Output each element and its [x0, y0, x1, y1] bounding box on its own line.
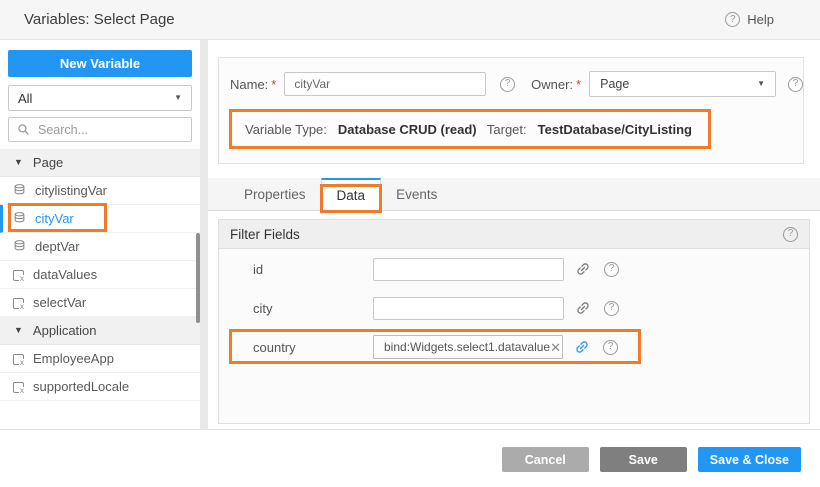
variables-dialog: Variables: Select Page ? Help New Variab…: [0, 0, 820, 487]
model-variable-icon: [13, 382, 24, 393]
sidebar-scrollbar[interactable]: [196, 233, 200, 323]
tree-item-selectvar[interactable]: selectVar: [0, 289, 200, 317]
tree-item-citylistingvar[interactable]: citylistingVar: [0, 177, 200, 205]
help-button[interactable]: ? Help: [725, 12, 774, 27]
model-variable-icon: [13, 354, 24, 365]
tree-item-label: cityVar: [35, 211, 74, 226]
owner-value: Page: [600, 77, 629, 91]
tree-item-supportedlocale[interactable]: supportedLocale: [0, 373, 200, 401]
variable-tree: ▼ Page citylistingVar: [0, 149, 200, 429]
save-button[interactable]: Save: [600, 447, 687, 472]
page-title: Variables: Select Page: [24, 11, 175, 28]
required-marker: *: [271, 77, 276, 92]
collapse-icon: ▼: [14, 158, 23, 167]
tab-data-label: Data: [337, 188, 366, 203]
tab-data[interactable]: Data: [321, 178, 382, 211]
owner-help-icon[interactable]: ?: [788, 77, 803, 92]
clear-binding-icon[interactable]: ✕: [550, 341, 561, 354]
new-variable-button[interactable]: New Variable: [8, 50, 192, 77]
tree-section-label: Page: [33, 155, 63, 170]
help-label: Help: [747, 12, 774, 27]
bind-link-icon[interactable]: [574, 261, 591, 278]
field-help-icon[interactable]: ?: [604, 262, 619, 277]
variable-scope-dropdown[interactable]: All ▼: [8, 85, 192, 111]
search-icon: [17, 123, 30, 136]
variable-type-highlight-box: Variable Type: Database CRUD (read) Targ…: [229, 109, 711, 149]
tree-item-label: citylistingVar: [35, 183, 107, 198]
dialog-body: New Variable All ▼ ▼ Page: [0, 40, 820, 429]
variable-detail-panel: Name: * ? Owner: * Page ▼ ? Var: [208, 40, 820, 429]
model-variable-icon: [13, 270, 24, 281]
variable-scope-value: All: [18, 91, 32, 106]
chevron-down-icon: ▼: [174, 94, 182, 102]
bind-link-icon-active[interactable]: [573, 339, 590, 356]
country-field-input[interactable]: bind:Widgets.select1.datavalue ✕: [373, 335, 563, 359]
tree-item-label: selectVar: [33, 295, 86, 310]
tree-item-cityvar[interactable]: cityVar: [0, 205, 200, 233]
tree-item-label: deptVar: [35, 239, 80, 254]
field-label: city: [253, 301, 373, 316]
field-help-icon[interactable]: ?: [604, 301, 619, 316]
dialog-footer: Cancel Save Save & Close: [0, 429, 820, 487]
help-icon: ?: [725, 12, 740, 27]
tree-item-employeeapp[interactable]: EmployeeApp: [0, 345, 200, 373]
filter-fields-help-icon[interactable]: ?: [783, 227, 798, 242]
filter-fields-panel: Filter Fields ? id ? city: [218, 219, 810, 424]
variable-type-label: Variable Type:: [245, 122, 327, 137]
binding-expression: bind:Widgets.select1.datavalue: [384, 340, 550, 354]
tree-section-application[interactable]: ▼ Application: [0, 317, 200, 345]
chevron-down-icon: ▼: [757, 80, 765, 88]
filter-row-city: city ?: [253, 295, 809, 321]
collapse-icon: ▼: [14, 326, 23, 335]
tree-item-datavalues[interactable]: dataValues: [0, 261, 200, 289]
variable-summary-card: Name: * ? Owner: * Page ▼ ? Var: [218, 57, 804, 164]
model-variable-icon: [13, 298, 24, 309]
owner-select[interactable]: Page ▼: [589, 71, 776, 97]
name-label: Name:: [230, 77, 268, 92]
field-label: country: [253, 340, 373, 355]
dialog-header: Variables: Select Page ? Help: [0, 0, 820, 40]
tree-section-label: Application: [33, 323, 97, 338]
cancel-button[interactable]: Cancel: [502, 447, 589, 472]
variable-type-value: Database CRUD (read): [338, 122, 477, 137]
save-close-button[interactable]: Save & Close: [698, 447, 801, 472]
database-icon: [13, 239, 26, 255]
field-label: id: [253, 262, 373, 277]
id-field-input[interactable]: [373, 258, 564, 281]
sidebar-main-divider: [200, 40, 208, 429]
target-value: TestDatabase/CityListing: [538, 122, 692, 137]
tree-item-label: dataValues: [33, 267, 97, 282]
filter-row-id: id ?: [253, 256, 809, 282]
tab-events[interactable]: Events: [381, 178, 452, 210]
filter-row-country: country bind:Widgets.select1.datavalue ✕…: [253, 334, 809, 360]
filter-fields-title: Filter Fields: [230, 227, 300, 242]
field-help-icon[interactable]: ?: [603, 340, 618, 355]
owner-label: Owner:: [531, 77, 573, 92]
search-input[interactable]: [36, 122, 176, 138]
name-help-icon[interactable]: ?: [500, 77, 515, 92]
target-label: Target:: [487, 122, 527, 137]
tab-properties[interactable]: Properties: [229, 178, 321, 210]
bind-link-icon[interactable]: [574, 300, 591, 317]
name-owner-row: Name: * ? Owner: * Page ▼ ?: [230, 71, 803, 97]
detail-tabs: Properties Data Events: [208, 178, 820, 211]
filter-fields-header: Filter Fields ?: [219, 220, 809, 249]
city-field-input[interactable]: [373, 297, 564, 320]
variables-sidebar: New Variable All ▼ ▼ Page: [0, 40, 200, 429]
database-icon: [13, 211, 26, 227]
required-marker: *: [576, 77, 581, 92]
variable-search: [8, 117, 192, 142]
tree-item-label: EmployeeApp: [33, 351, 114, 366]
tree-item-deptvar[interactable]: deptVar: [0, 233, 200, 261]
tree-section-page[interactable]: ▼ Page: [0, 149, 200, 177]
database-icon: [13, 183, 26, 199]
name-input[interactable]: [284, 72, 486, 96]
tree-item-label: supportedLocale: [33, 379, 129, 394]
